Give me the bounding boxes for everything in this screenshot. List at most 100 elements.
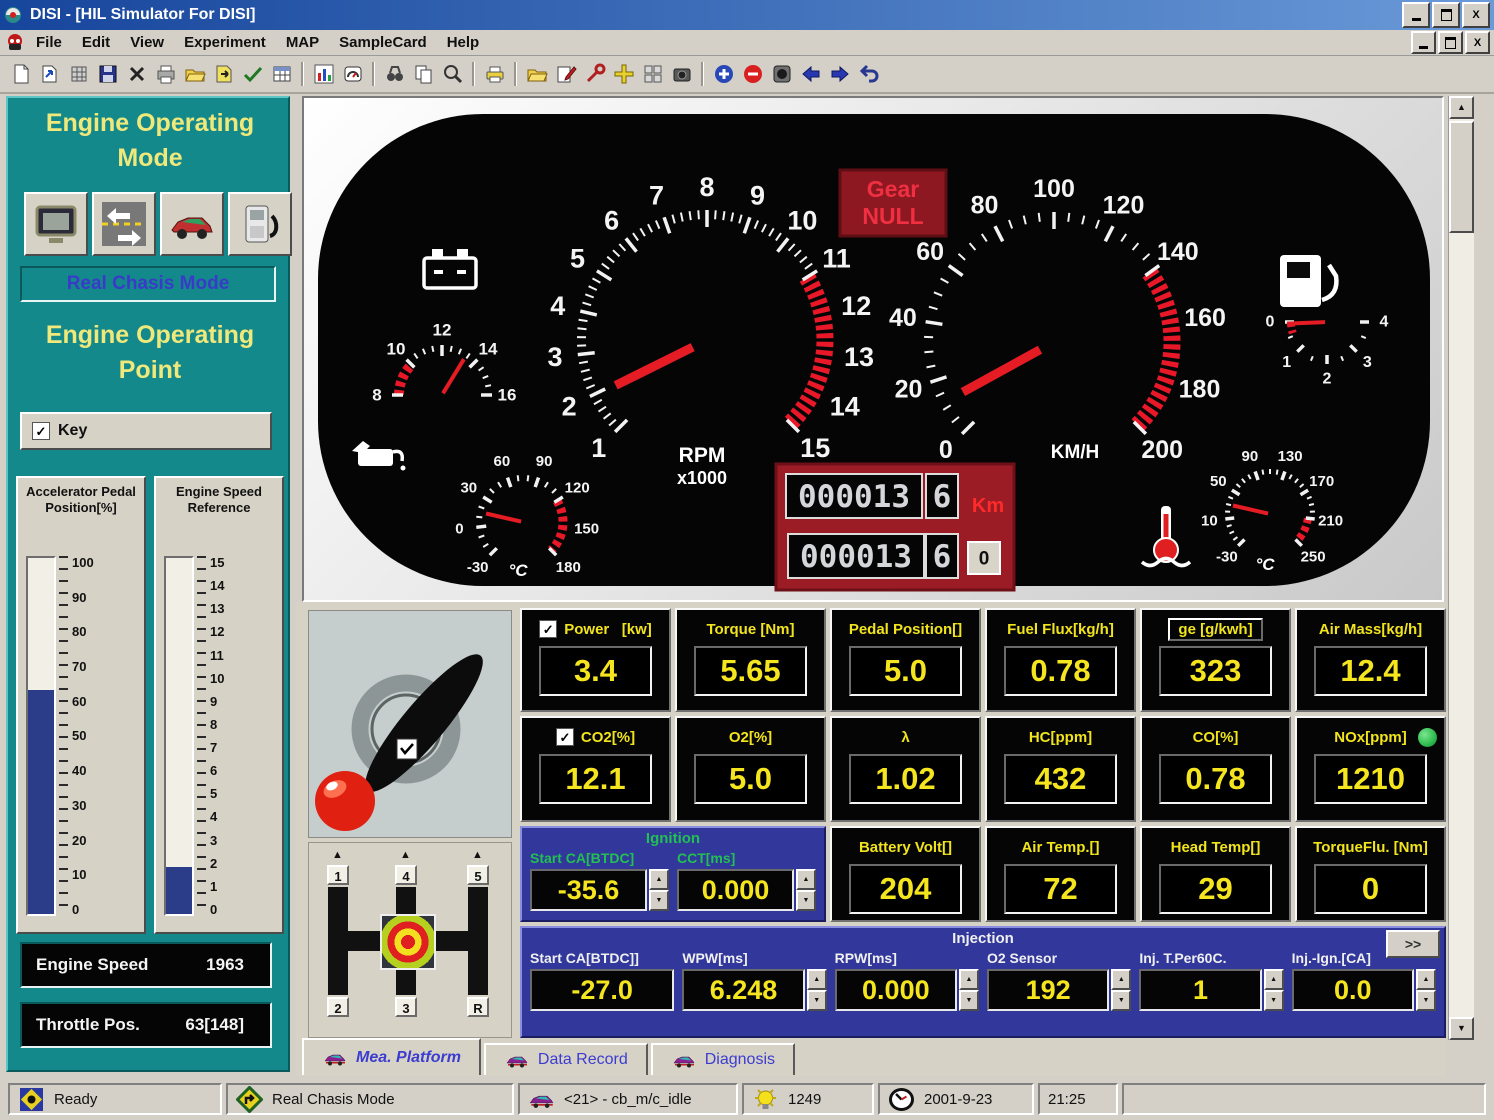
key-checkbox[interactable]: ✓ — [32, 422, 50, 440]
spin-up-button[interactable]: ▲ — [796, 869, 816, 890]
trip-odometer-decimal: 6 — [933, 539, 952, 575]
toolbar-checkmark-button[interactable] — [238, 60, 267, 89]
menu-experiment[interactable]: Experiment — [174, 32, 276, 53]
spin-down-button[interactable]: ▼ — [1416, 990, 1436, 1011]
menu-items: FileEditViewExperimentMAPSampleCardHelp — [26, 32, 1411, 53]
spin-up-button[interactable]: ▲ — [649, 869, 669, 890]
toolbar-new-document-button[interactable] — [6, 60, 35, 89]
toolbar-printer-button[interactable] — [480, 60, 509, 89]
toolbar-open-page-button[interactable] — [35, 60, 64, 89]
field-value[interactable]: 0.000 — [835, 969, 957, 1011]
spin-up-button[interactable]: ▲ — [1264, 969, 1284, 990]
toolbar-tools-button[interactable] — [580, 60, 609, 89]
engine-operating-mode-title: Engine Operating Mode — [34, 106, 266, 176]
measure-cell-co: CO[%]0.78 — [1140, 716, 1291, 822]
status-segment-real-chasis-mode: Real Chasis Mode — [226, 1083, 514, 1115]
more-button[interactable]: >> — [1386, 930, 1440, 958]
toolbar-arrow-right-button[interactable] — [825, 60, 854, 89]
spin-up-button[interactable]: ▲ — [959, 969, 979, 990]
toolbar-arrow-left-button[interactable] — [796, 60, 825, 89]
svg-text:180: 180 — [1179, 375, 1221, 403]
scrollbar-thumb[interactable] — [1449, 121, 1474, 233]
tab-mea-platform[interactable]: Mea. Platform — [302, 1038, 481, 1075]
menu-view[interactable]: View — [120, 32, 174, 53]
cell-checkbox[interactable]: ✓ — [539, 620, 557, 638]
mode-button-route-arrows[interactable] — [92, 192, 156, 256]
mdi-close-button[interactable]: X — [1465, 31, 1490, 54]
restore-button[interactable] — [1432, 2, 1460, 28]
vertical-scrollbar[interactable]: ▲ ▼ — [1448, 96, 1474, 1040]
spin-down-button[interactable]: ▼ — [796, 890, 816, 911]
engine-speed-slider-panel: Engine Speed Reference151413121110987654… — [154, 476, 284, 934]
mode-button-monitor[interactable] — [24, 192, 88, 256]
spin-down-button[interactable]: ▼ — [1111, 990, 1131, 1011]
tab-diagnosis[interactable]: Diagnosis — [651, 1043, 795, 1075]
mode-button-car[interactable] — [160, 192, 224, 256]
spin-up-button[interactable]: ▲ — [1416, 969, 1436, 990]
spin-down-button[interactable]: ▼ — [959, 990, 979, 1011]
measure-cell-fuel-flux-kg-h: Fuel Flux[kg/h]0.78 — [985, 608, 1136, 712]
measure-cell-torque-nm: Torque [Nm]5.65 — [675, 608, 826, 712]
field-value[interactable]: 0.000 — [677, 869, 794, 911]
toolbar-add-circle-button[interactable] — [709, 60, 738, 89]
spin-up-button[interactable]: ▲ — [807, 969, 827, 990]
toolbar-edit-pen-button[interactable] — [551, 60, 580, 89]
slider-track[interactable] — [164, 556, 194, 916]
toolbar-save-disk-button[interactable] — [93, 60, 122, 89]
menu-map[interactable]: MAP — [276, 32, 329, 53]
slider-track[interactable] — [26, 556, 56, 916]
trip-reset-button[interactable]: 0 — [968, 542, 1000, 574]
emergency-stop-ball[interactable] — [315, 771, 375, 831]
field-value[interactable]: 6.248 — [682, 969, 804, 1011]
toolbar-record-button[interactable] — [767, 60, 796, 89]
toolbar-copy-button[interactable] — [409, 60, 438, 89]
toolbar-folder-open-button[interactable] — [180, 60, 209, 89]
toolbar-grid-small-button[interactable] — [64, 60, 93, 89]
field-value[interactable]: -35.6 — [530, 869, 647, 911]
spin-down-button[interactable]: ▼ — [807, 990, 827, 1011]
menu-file[interactable]: File — [26, 32, 72, 53]
toolbar-export-page-button[interactable] — [209, 60, 238, 89]
status-segment-2001-9-23: 2001-9-23 — [878, 1083, 1034, 1115]
toolbar-remove-circle-button[interactable] — [738, 60, 767, 89]
slider-tick-labels: 1514131211109876543210 — [210, 556, 224, 916]
toolbar-zoom-button[interactable] — [438, 60, 467, 89]
toolbar-table-grid-button[interactable] — [638, 60, 667, 89]
scroll-up-button[interactable]: ▲ — [1449, 96, 1474, 119]
toolbar-gauge-button[interactable] — [338, 60, 367, 89]
mode-button-fuel-dispenser[interactable] — [228, 192, 292, 256]
field-value[interactable]: 1 — [1139, 969, 1261, 1011]
gear-value: NULL — [862, 203, 923, 229]
svg-text:1: 1 — [1282, 354, 1291, 371]
toolbar-yellow-cross-button[interactable] — [609, 60, 638, 89]
mdi-minimize-button[interactable] — [1411, 31, 1436, 54]
scroll-down-button[interactable]: ▼ — [1449, 1017, 1474, 1040]
measure-cell-head-temp: Head Temp[]29 — [1140, 826, 1291, 922]
svg-text:120: 120 — [565, 479, 590, 496]
mdi-restore-button[interactable] — [1438, 31, 1463, 54]
close-button[interactable]: X — [1462, 2, 1490, 28]
tab-data-record[interactable]: Data Record — [484, 1043, 648, 1075]
toolbar-bar-chart-button[interactable] — [309, 60, 338, 89]
toolbar-delete-x-button[interactable] — [122, 60, 151, 89]
toolbar-undo-button[interactable] — [854, 60, 883, 89]
field-value[interactable]: 192 — [987, 969, 1109, 1011]
field-value[interactable]: 0.0 — [1292, 969, 1414, 1011]
field-value[interactable]: -27.0 — [530, 969, 674, 1011]
spin-up-button[interactable]: ▲ — [1111, 969, 1131, 990]
ignition-key-graphic — [309, 611, 509, 835]
cell-checkbox[interactable]: ✓ — [556, 728, 574, 746]
menu-help[interactable]: Help — [437, 32, 490, 53]
spin-down-button[interactable]: ▼ — [1264, 990, 1284, 1011]
minimize-button[interactable] — [1402, 2, 1430, 28]
toolbar-folder-open-button[interactable] — [522, 60, 551, 89]
menu-samplecard[interactable]: SampleCard — [329, 32, 437, 53]
menu-edit[interactable]: Edit — [72, 32, 120, 53]
toolbar-print-preview-button[interactable] — [151, 60, 180, 89]
toolbar-camera-button[interactable] — [667, 60, 696, 89]
spin-down-button[interactable]: ▼ — [649, 890, 669, 911]
toolbar-table-button[interactable] — [267, 60, 296, 89]
toolbar-binoculars-button[interactable] — [380, 60, 409, 89]
cell-value: 5.65 — [694, 646, 807, 696]
gear-knob[interactable] — [380, 914, 436, 970]
